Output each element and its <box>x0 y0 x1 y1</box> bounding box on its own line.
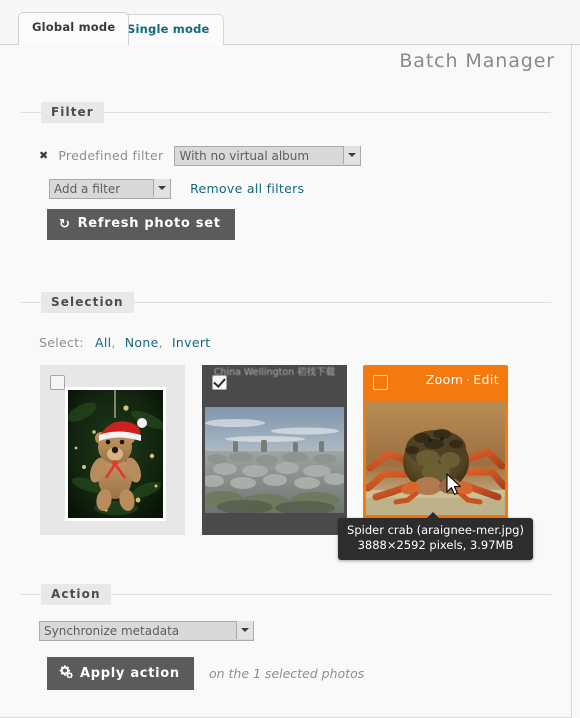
action-select-wrap: Synchronize metadata <box>39 620 254 641</box>
apply-action-suffix: on the 1 selected photos <box>208 666 365 681</box>
tab-global-mode[interactable]: Global mode <box>18 12 130 45</box>
select-all-link[interactable]: All <box>95 335 111 350</box>
gears-icon <box>59 665 73 681</box>
stone-cairns-photo-art <box>205 407 344 513</box>
selection-legend-wrap: Selection <box>21 292 551 313</box>
remove-all-filters-link[interactable]: Remove all filters <box>190 181 304 196</box>
predefined-filter-select[interactable]: With no virtual album <box>174 145 362 166</box>
selection-legend: Selection <box>41 292 134 313</box>
select-label: Select: <box>39 335 84 350</box>
thumbnail-checkbox[interactable] <box>212 375 227 390</box>
action-section: Action Synchronize metadata Apply action… <box>21 584 551 690</box>
apply-action-label: Apply action <box>80 666 180 681</box>
action-legend: Action <box>41 584 111 605</box>
filter-legend-wrap: Filter <box>21 102 551 123</box>
thumbnail-actions: Zoom · Edit <box>426 372 499 387</box>
action-select[interactable]: Synchronize metadata <box>39 620 254 641</box>
predefined-filter-row: ✖ Predefined filter With no virtual albu… <box>39 145 362 166</box>
tab-single-mode[interactable]: Single mode <box>113 14 224 45</box>
tab-global-mode-label: Global mode <box>32 20 116 34</box>
teddy-bear-photo-art <box>68 390 163 518</box>
thumbnail-frame <box>40 365 185 535</box>
select-invert-link[interactable]: Invert <box>172 335 211 350</box>
mode-tabbar: Global mode Single mode <box>0 0 580 45</box>
tooltip-line-1: Spider crab (araignee-mer.jpg) <box>347 523 524 537</box>
tooltip-line-2: 3888×2592 pixels, 3.97MB <box>357 538 514 552</box>
spider-crab-photo-art <box>366 402 505 515</box>
refresh-icon: ↻ <box>59 217 71 232</box>
thumbnail-frame: Zoom · Edit <box>363 365 508 535</box>
thumbnail-image-stone-cairns <box>205 407 344 513</box>
add-filter-select-wrap: Add a filter <box>49 178 171 199</box>
remove-predefined-filter-icon[interactable]: ✖ <box>39 149 48 162</box>
thumbnail-item-spider-crab[interactable]: Zoom · Edit <box>363 365 508 535</box>
select-sep-2: , <box>158 335 163 350</box>
add-filter-row: Add a filter Remove all filters <box>49 178 304 199</box>
action-legend-wrap: Action <box>21 584 551 605</box>
refresh-photo-set-button[interactable]: ↻ Refresh photo set <box>47 209 235 240</box>
predefined-filter-label: Predefined filter <box>58 148 164 163</box>
selection-section: Selection Select: All, None, Invert <box>21 292 551 350</box>
thumbnail-tooltip: Spider crab (araignee-mer.jpg) 3888×2592… <box>338 512 533 560</box>
thumbnail-item-stone-cairns[interactable]: China Wellington 初找下载 <box>202 365 347 535</box>
zoom-link[interactable]: Zoom <box>426 372 464 387</box>
thumbnail-image-teddy-bear <box>65 387 166 521</box>
filter-legend: Filter <box>41 102 104 123</box>
thumbnail-item-teddy-bear[interactable] <box>40 365 185 535</box>
select-sep-1: , <box>111 335 116 350</box>
filter-section: Filter ✖ Predefined filter With no virtu… <box>21 102 551 240</box>
gears-icon-svg <box>59 665 73 679</box>
thumbnail-checkbox[interactable] <box>50 375 65 390</box>
select-shortcuts-row: Select: All, None, Invert <box>39 332 210 351</box>
apply-action-button[interactable]: Apply action <box>47 657 194 690</box>
thumbnail-checkbox[interactable] <box>373 375 388 390</box>
apply-action-row: Apply action on the 1 selected photos <box>47 657 364 690</box>
page-title: Batch Manager <box>399 50 555 72</box>
main-panel: Batch Manager Filter ✖ Predefined filter… <box>0 45 572 718</box>
refresh-photo-set-row: ↻ Refresh photo set <box>47 209 235 240</box>
tab-single-mode-label: Single mode <box>127 22 210 36</box>
refresh-photo-set-label: Refresh photo set <box>77 216 221 231</box>
select-none-link[interactable]: None <box>125 335 159 350</box>
edit-link[interactable]: Edit <box>473 372 499 387</box>
add-filter-select[interactable]: Add a filter <box>49 178 171 199</box>
thumbnail-frame: China Wellington 初找下载 <box>202 365 347 535</box>
action-select-row: Synchronize metadata <box>39 620 254 641</box>
thumbnail-image-spider-crab <box>366 402 505 515</box>
predefined-filter-select-wrap: With no virtual album <box>174 145 362 166</box>
action-separator: · <box>466 374 471 387</box>
batch-manager-page: Global mode Single mode Batch Manager Fi… <box>0 0 580 718</box>
thumbnail-list: China Wellington 初找下载 Zoom · Edit <box>40 365 540 540</box>
tooltip-arrow <box>426 512 440 519</box>
